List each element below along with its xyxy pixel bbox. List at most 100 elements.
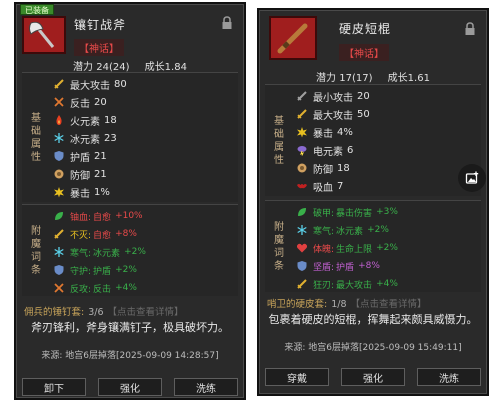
enchant-row: 寒气: 冰元素 +2% [295,221,477,239]
crossed-swords-icon [52,96,66,108]
enhance-button[interactable]: 强化 [341,368,405,386]
stat-value: 1% [94,186,110,198]
enchant-list: 铀血: 自愈 +10% 不灭: 自愈 +8% 寒气: 冰元素 +2% 守护: 护盾 +2% 反攻: 反击 +… [52,207,234,297]
stat-label: 暴击 [70,188,90,200]
sword-icon [52,228,66,240]
compare-item-panel: 硬皮短棍 【神话】 潜力 17(17) 成长1.61 基础属性 最小攻击 20 最大… [257,8,489,396]
set-detail-link[interactable]: 【点击查看详情】 [108,307,184,318]
reforge-button[interactable]: 洗练 [174,378,238,396]
stat-row: 反击 20 [52,93,234,111]
stat-label: 防御 [313,164,333,176]
item-name: 镶钉战斧 [74,18,127,32]
enchant-stat: 护盾 [93,266,112,277]
action-buttons: 卸下 强化 洗练 [22,378,238,396]
enchant-row: 狂刃: 最大攻击 +4% [295,275,477,293]
stat-value: 20 [94,96,107,108]
stat-label: 电元素 [313,146,343,158]
stat-value: 4% [337,126,353,138]
enchant-value: +3% [376,207,398,217]
potential-value: 潜力 17(17) [316,73,373,84]
section-label: 基础属性 [271,114,283,167]
stat-label: 冰元素 [70,134,100,146]
rarity-label: 【神话】 [339,44,389,61]
fire-icon [52,114,66,126]
lock-icon[interactable] [463,22,477,36]
shield-icon [295,260,309,272]
set-count: 1/8 [331,299,347,310]
stat-value: 20 [357,90,370,102]
stat-value: 18 [337,162,350,174]
source-text: 来源: 地宫6层掉落[2025-09-09 14:28:57] [41,351,219,361]
stat-label: 火元素 [70,116,100,128]
rarity-label: 【神话】 [74,39,124,56]
enchant-stat: 自愈 [93,212,112,223]
set-info: 佣兵的锤钉套: 3/6 【点击查看详情】 [24,304,236,318]
enchant-name: 破甲: [313,208,335,219]
stat-label: 护盾 [70,152,90,164]
stat-label: 吸血 [313,182,333,194]
enchant-stat: 暴击伤害 [336,208,373,219]
set-count: 3/6 [88,307,104,318]
enchant-row: 寒气: 冰元素 +2% [52,243,234,261]
sword-icon [295,90,309,102]
enchant-row: 不灭: 自愈 +8% [52,225,234,243]
enchant-name: 坚盾: [313,262,335,273]
enchant-section: 附魔词条 破甲: 暴击伤害 +3% 寒气: 冰元素 +2% 体魄: 生命上限 +2% 坚盾: 护盾 +… [265,200,481,292]
burst-icon [295,126,309,138]
enchant-name: 反攻: [70,284,92,295]
equipped-badge: 已装备 [20,4,54,15]
growth-value: 成长1.61 [387,73,430,84]
base-stats-list: 最大攻击 80 反击 20 火元素 18 冰元素 23 护盾 21 防御 21 暴击 1% [52,75,234,201]
enchant-row: 体魄: 生命上限 +2% [295,239,477,257]
stat-row: 暴击 4% [295,123,477,141]
stat-row: 电元素 6 [295,141,477,159]
club-icon [269,16,317,60]
stat-label: 最大攻击 [70,80,110,92]
enchant-name: 守护: [70,266,92,277]
enchant-list: 破甲: 暴击伤害 +3% 寒气: 冰元素 +2% 体魄: 生命上限 +2% 坚盾: 护盾 +8% 狂刃:… [295,203,477,293]
base-stats-section: 基础属性 最大攻击 80 反击 20 火元素 18 冰元素 23 护盾 21 防御 21 暴击 1% [22,72,238,202]
item-name: 硬皮短棍 [339,22,392,36]
enchant-value: +8% [358,261,380,271]
defense-icon [52,168,66,180]
flavor-text: 包裹着硬皮的短棍，挥舞起来颇具威慑力。 [268,313,478,326]
enchant-row: 反攻: 反击 +4% [52,279,234,297]
stat-row: 最大攻击 50 [295,105,477,123]
enchant-value: +2% [124,247,146,257]
enchant-stat: 生命上限 [336,244,373,255]
stat-value: 23 [104,132,117,144]
enchant-row: 坚盾: 护盾 +8% [295,257,477,275]
set-detail-link[interactable]: 【点击查看详情】 [351,299,427,310]
stat-row: 最大攻击 80 [52,75,234,93]
reforge-button[interactable]: 洗炼 [417,368,481,386]
battle-axe-icon [22,16,66,54]
section-label: 基础属性 [28,111,40,164]
snowflake-icon [295,224,309,236]
equip-button[interactable]: 穿戴 [265,368,329,386]
base-stats-list: 最小攻击 20 最大攻击 50 暴击 4% 电元素 6 防御 18 吸血 7 [295,87,477,195]
leaf-icon [52,210,66,222]
cloud-icon [295,144,309,156]
section-label: 附魔词条 [271,220,283,273]
enchant-row: 破甲: 暴击伤害 +3% [295,203,477,221]
stat-label: 最大攻击 [313,110,353,122]
flavor-text: 斧刃锋利，斧身镶满钉子，极具破坏力。 [31,321,229,334]
enchant-value: +2% [367,225,389,235]
stat-row: 护盾 21 [52,147,234,165]
enchant-value: +4% [115,283,137,293]
burst-icon [52,186,66,198]
lock-icon[interactable] [220,16,234,30]
enchant-value: +10% [115,211,143,221]
unequip-button[interactable]: 卸下 [22,378,86,396]
enchant-name: 铀血: [70,212,92,223]
stat-value: 21 [94,150,107,162]
set-name: 佣兵的锤钉套: [24,307,85,318]
add-photo-icon[interactable] [458,164,486,192]
stat-label: 最小攻击 [313,92,353,104]
sword-icon [52,78,66,90]
enchant-name: 体魄: [313,244,335,255]
stat-value: 7 [337,180,344,192]
shield-icon [52,264,66,276]
enhance-button[interactable]: 强化 [98,378,162,396]
stat-value: 18 [104,114,117,126]
